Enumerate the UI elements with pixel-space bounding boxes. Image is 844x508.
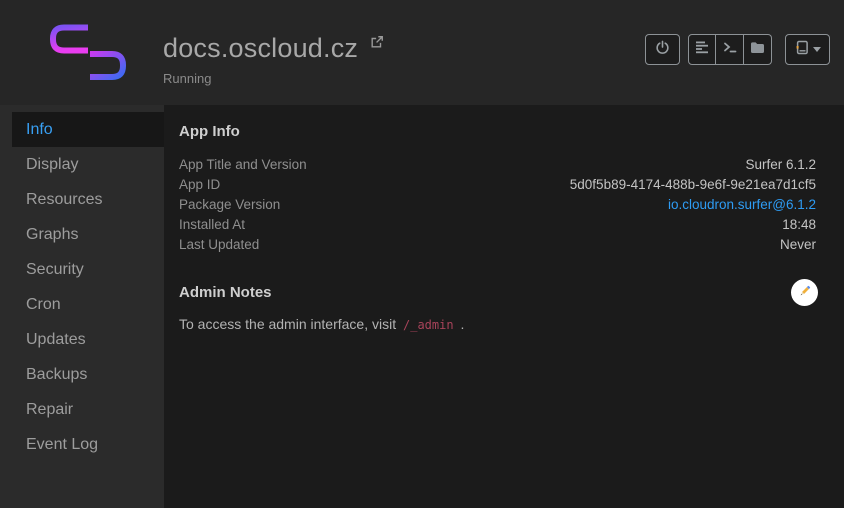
- table-row: App Title and Version Surfer 6.1.2: [179, 157, 816, 177]
- row-label: App ID: [179, 177, 220, 192]
- sidebar-item-updates[interactable]: Updates: [0, 322, 164, 357]
- folder-icon: [750, 41, 765, 59]
- table-row: Last Updated Never: [179, 237, 816, 257]
- row-value: Never: [780, 237, 816, 252]
- admin-notes-content: To access the admin interface, visit /_a…: [179, 316, 816, 332]
- main-panel: App Info App Title and Version Surfer 6.…: [164, 105, 844, 508]
- book-icon: [795, 40, 809, 60]
- status-badge: Running: [163, 71, 384, 86]
- external-link-icon[interactable]: [370, 35, 384, 54]
- row-value: 18:48: [782, 217, 816, 232]
- sidebar-item-security[interactable]: Security: [0, 252, 164, 287]
- cloudron-logo: [48, 23, 128, 81]
- chevron-down-icon: [813, 47, 821, 52]
- app-header: docs.oscloud.cz Running: [0, 0, 844, 105]
- row-label: App Title and Version: [179, 157, 307, 172]
- table-row: App ID 5d0f5b89-4174-488b-9e6f-9e21ea7d1…: [179, 177, 816, 197]
- files-button[interactable]: [744, 34, 772, 65]
- sidebar-item-graphs[interactable]: Graphs: [0, 217, 164, 252]
- sidebar-item-info[interactable]: Info: [12, 112, 164, 147]
- package-version-link[interactable]: io.cloudron.surfer@6.1.2: [668, 197, 816, 212]
- terminal-icon: [723, 40, 737, 59]
- sidebar-nav: Info Display Resources Graphs Security C…: [0, 105, 164, 508]
- sidebar-item-resources[interactable]: Resources: [0, 182, 164, 217]
- power-icon: [655, 40, 670, 60]
- sidebar-item-repair[interactable]: Repair: [0, 392, 164, 427]
- pencil-icon: [798, 284, 812, 301]
- docs-menu-button[interactable]: [785, 34, 830, 65]
- header-toolbar: [645, 34, 830, 65]
- table-row: Package Version io.cloudron.surfer@6.1.2: [179, 197, 816, 217]
- sidebar-item-backups[interactable]: Backups: [0, 357, 164, 392]
- page-title: docs.oscloud.cz: [163, 33, 358, 64]
- app-info-table: App Title and Version Surfer 6.1.2 App I…: [179, 157, 816, 257]
- sidebar-item-cron[interactable]: Cron: [0, 287, 164, 322]
- row-label: Installed At: [179, 217, 245, 232]
- app-info-heading: App Info: [179, 123, 816, 140]
- notes-text: .: [457, 316, 465, 332]
- sidebar-item-eventlog[interactable]: Event Log: [0, 427, 164, 462]
- power-button[interactable]: [645, 34, 680, 65]
- table-row: Installed At 18:48: [179, 217, 816, 237]
- row-value: 5d0f5b89-4174-488b-9e6f-9e21ea7d1cf5: [570, 177, 816, 192]
- terminal-button[interactable]: [716, 34, 744, 65]
- notes-text: To access the admin interface, visit: [179, 316, 400, 332]
- row-value: Surfer 6.1.2: [745, 157, 816, 172]
- admin-path-code: /_admin: [400, 318, 457, 332]
- sidebar-item-display[interactable]: Display: [0, 147, 164, 182]
- row-label: Last Updated: [179, 237, 259, 252]
- logs-button[interactable]: [688, 34, 716, 65]
- edit-notes-button[interactable]: [791, 279, 818, 306]
- admin-notes-heading: Admin Notes: [179, 284, 272, 301]
- row-label: Package Version: [179, 197, 280, 212]
- align-left-icon: [695, 40, 709, 59]
